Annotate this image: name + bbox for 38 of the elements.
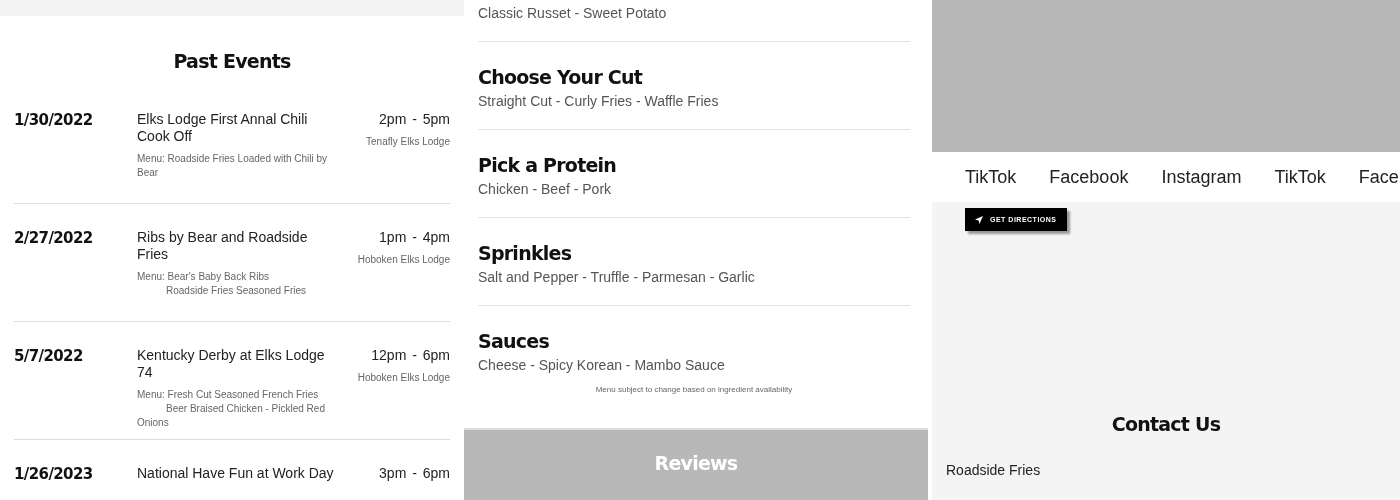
event-menu: Menu: Roadside Fries Loaded with Chili by Bear [137,152,342,180]
menu-heading: Sprinkles [478,242,573,264]
event-date: 1/30/2022 [14,111,94,131]
section-title: Contact Us [1110,413,1222,435]
section-title: Reviews [654,452,738,474]
menu-heading: Sauces [478,330,550,352]
navigation-icon [975,215,983,224]
menu-heading: Choose Your Cut [478,66,644,88]
event-location: Tenafly Elks Lodge [365,136,450,147]
social-link[interactable]: Face [1358,166,1399,188]
section-title: Past Events [172,50,292,72]
event-title: National Have Fun at Work Day [137,465,335,482]
social-link[interactable]: Facebook [1049,166,1129,188]
menu-options: Cheese - Spicy Korean - Mambo Sauce [478,357,910,373]
menu-heading: Pick a Protein [478,154,618,176]
menu-options: Chicken - Beef - Pork [478,181,910,197]
event-time: 12pm - 6pm [370,347,450,364]
event-title: Ribs by Bear and Roadside Fries [137,229,309,263]
event-date: 5/7/2022 [14,347,84,367]
event-time: 3pm - 6pm [378,465,450,482]
social-link[interactable]: TikTok [1274,166,1326,188]
menu-options: Classic Russet - Sweet Potato [478,5,910,21]
business-name: Roadside Fries [946,462,1042,478]
event-date: 2/27/2022 [14,229,94,249]
event-time: 2pm - 5pm [378,111,450,128]
menu-options: Salt and Pepper - Truffle - Parmesan - Garlic [478,269,910,285]
menu-options: Straight Cut - Curly Fries - Waffle Fries [478,93,910,109]
event-time: 1pm - 4pm [378,229,450,246]
event-menu: Menu: Fresh Cut Seasoned French Fries Beer Braised Chicken - Pickled Red Onions [137,388,342,430]
social-link[interactable]: Instagram [1161,166,1242,188]
menu-note: Menu subject to change based on ingredient availability [594,385,794,396]
event-title: Kentucky Derby at Elks Lodge 74 [137,347,326,381]
event-title: Elks Lodge First Annal Chili Cook Off [137,111,309,145]
event-location: Hoboken Elks Lodge [356,254,450,265]
event-menu: Menu: Bear's Baby Back Ribs Roadside Fries Seasoned Fries [137,270,342,298]
social-link[interactable]: TikTok [965,166,1017,188]
event-date: 1/26/2023 [14,465,94,485]
event-location: Hoboken Elks Lodge [356,372,450,383]
